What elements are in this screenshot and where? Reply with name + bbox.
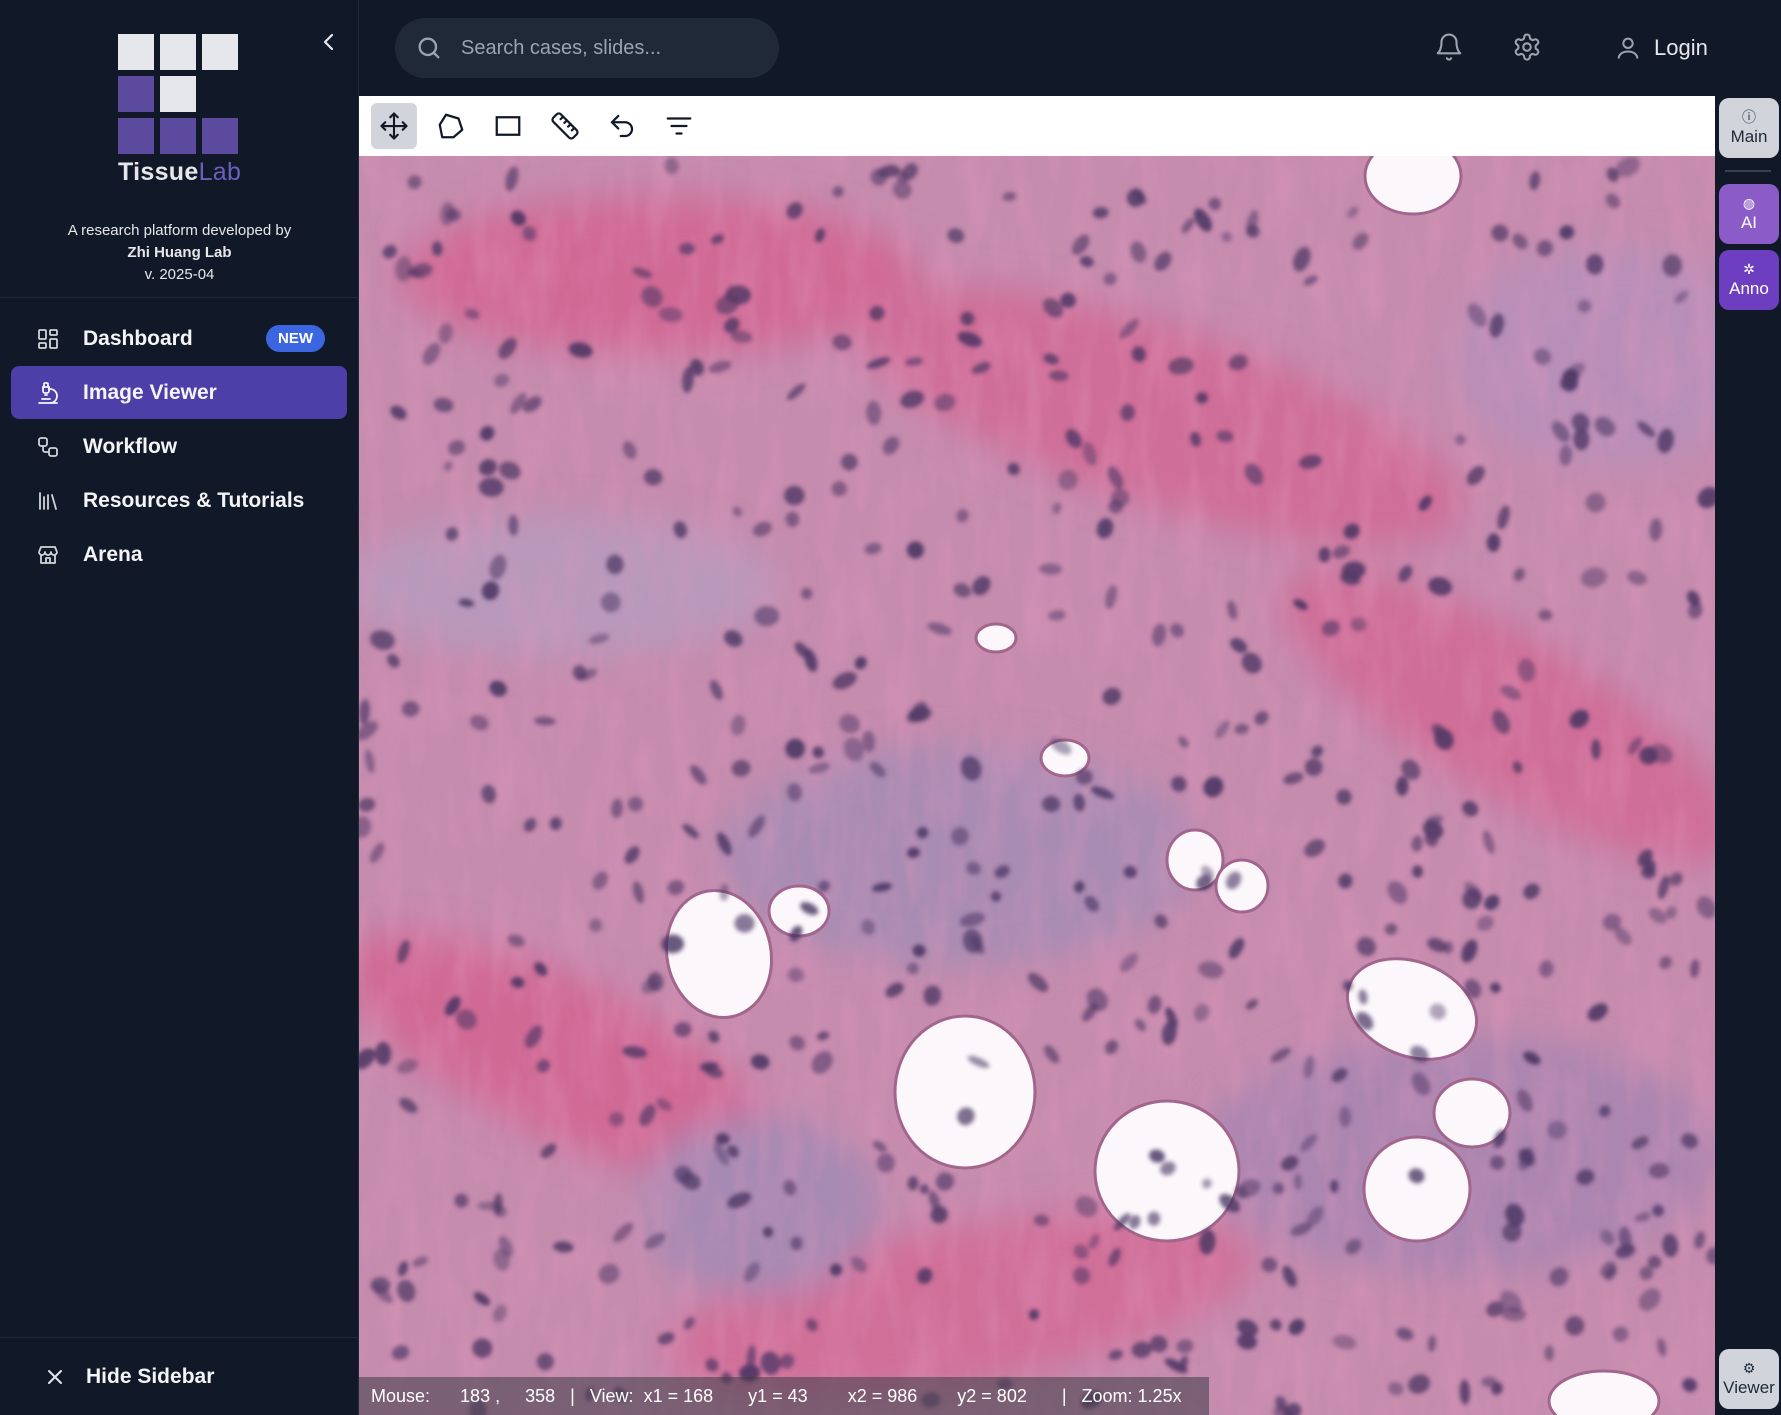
bell-icon (1436, 33, 1462, 61)
workflow-icon (35, 434, 61, 460)
viewer-panel-button[interactable]: ⚙ Viewer (1719, 1349, 1779, 1409)
version-label: v. 2025-04 (144, 266, 215, 283)
sparkle-pointer-icon: ✲ (1743, 261, 1755, 277)
nucleus (784, 485, 805, 506)
close-icon (48, 1369, 62, 1384)
sidebar-item-image-viewer[interactable]: Image Viewer (11, 366, 347, 419)
hide-sidebar-button[interactable]: Hide Sidebar (0, 1337, 359, 1415)
sidebar-item-resources[interactable]: Resources & Tutorials (11, 474, 347, 527)
ruler-tool-icon (551, 112, 579, 140)
new-badge: NEW (266, 325, 325, 352)
library-icon (35, 488, 61, 514)
info-icon: ⓘ (1742, 109, 1756, 125)
rectangle-tool-button[interactable] (485, 103, 531, 149)
logo-text: TissueLab (118, 158, 242, 186)
polygon-tool-icon (438, 113, 464, 139)
nucleus (734, 914, 755, 933)
microscope-icon (35, 380, 61, 406)
login-label: Login (1654, 35, 1708, 60)
ai-panel-label: AI (1740, 213, 1758, 232)
chevron-left-icon (323, 33, 334, 51)
sidebar-item-dashboard[interactable]: Dashboard NEW (11, 312, 347, 365)
view-y1: y1 = 43 (748, 1385, 808, 1406)
filter-button[interactable] (656, 103, 702, 149)
undo-icon (610, 114, 634, 138)
search-bar[interactable] (395, 18, 779, 78)
undo-button[interactable] (599, 103, 645, 149)
settings-button[interactable] (1510, 30, 1544, 64)
main-panel-label: Main (1730, 127, 1768, 146)
sidebar: TissueLab A research platform developed … (0, 0, 359, 1415)
right-panel-rail: ⓘ Main ◍ AI ✲ Anno ⚙ Viewer (1715, 96, 1781, 1415)
sidebar-item-label: Arena (83, 542, 143, 566)
tagline-text: A research platform developed by (67, 222, 292, 239)
annotation-toolbar (359, 96, 1715, 156)
mouse-x-value: 183 (460, 1385, 491, 1406)
move-tool-icon (380, 112, 408, 140)
logo-mark (118, 34, 243, 154)
view-x2: x2 = 986 (847, 1385, 918, 1406)
ai-panel-button[interactable]: ◍ AI (1719, 184, 1779, 244)
nucleus (876, 1153, 895, 1173)
mouse-y-value: 358 (525, 1385, 556, 1406)
annotation-panel-button[interactable]: ✲ Anno (1719, 250, 1779, 310)
rail-divider (1725, 170, 1771, 172)
tissue-image (359, 136, 1715, 1415)
view-x1: x1 = 168 (643, 1385, 714, 1406)
filter-icon (666, 117, 692, 135)
sidebar-item-label: Workflow (83, 434, 178, 458)
brain-icon: ◍ (1742, 195, 1756, 211)
sidebar-divider (0, 297, 359, 298)
move-tool-button[interactable] (371, 103, 417, 149)
viewer-panel-label: Viewer (1723, 1378, 1775, 1397)
search-icon (418, 37, 440, 59)
lab-name: Zhi Huang Lab (127, 244, 232, 261)
collapse-sidebar-button[interactable] (318, 28, 340, 56)
notifications-button[interactable] (1432, 30, 1466, 64)
rectangle-tool-icon (495, 116, 521, 136)
tagline: A research platform developed by Zhi Hua… (0, 220, 359, 286)
ruler-tool-button[interactable] (542, 103, 588, 149)
dashboard-icon (35, 326, 61, 352)
view-y2: y2 = 802 (957, 1385, 1027, 1406)
mouse-label: Mouse: (371, 1385, 431, 1406)
status-bar: Mouse: 183 , 358 | View: x1 = 168 y1 = 4… (359, 1377, 1209, 1415)
search-input[interactable] (461, 36, 761, 60)
polygon-tool-button[interactable] (428, 103, 474, 149)
login-button[interactable]: Login (1614, 28, 1708, 68)
view-label: View: (589, 1385, 634, 1406)
slide-canvas[interactable] (359, 136, 1715, 1415)
hide-sidebar-label: Hide Sidebar (86, 1364, 215, 1388)
main-panel-button[interactable]: ⓘ Main (1719, 98, 1779, 158)
annotation-panel-label: Anno (1729, 279, 1769, 298)
sidebar-item-workflow[interactable]: Workflow (11, 420, 347, 473)
sidebar-item-arena[interactable]: Arena (11, 528, 347, 581)
image-viewer: Mouse: 183 , 358 | View: x1 = 168 y1 = 4… (359, 96, 1715, 1415)
sidebar-nav: Dashboard NEW Image Viewer Workflow Reso… (11, 312, 347, 582)
sidebar-item-label: Dashboard (83, 326, 193, 350)
sidebar-item-label: Image Viewer (83, 380, 217, 404)
gear-icon: ⚙ (1742, 1360, 1756, 1376)
sidebar-item-label: Resources & Tutorials (83, 488, 305, 512)
store-icon (35, 542, 61, 568)
zoom-level: Zoom: 1.25x (1081, 1385, 1182, 1406)
user-icon (1617, 37, 1639, 59)
gear-icon (1514, 33, 1540, 61)
logo[interactable]: TissueLab (118, 34, 243, 187)
